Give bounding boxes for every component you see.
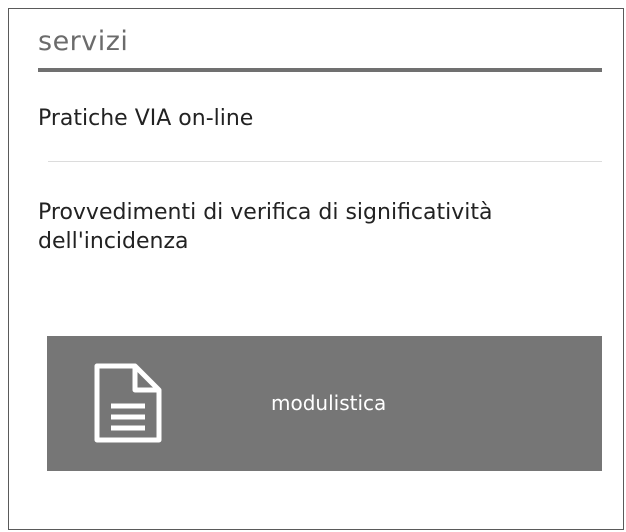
modulistica-label: modulistica [271, 391, 387, 415]
section-title: servizi [38, 26, 129, 57]
divider [48, 161, 602, 162]
section-title-underline [38, 68, 602, 72]
document-icon [89, 360, 165, 446]
modulistica-tile[interactable]: modulistica [47, 336, 602, 471]
link-pratiche-via-online[interactable]: Pratiche VIA on-line [38, 104, 578, 133]
link-provvedimenti-verifica[interactable]: Provvedimenti di verifica di significati… [38, 198, 578, 256]
